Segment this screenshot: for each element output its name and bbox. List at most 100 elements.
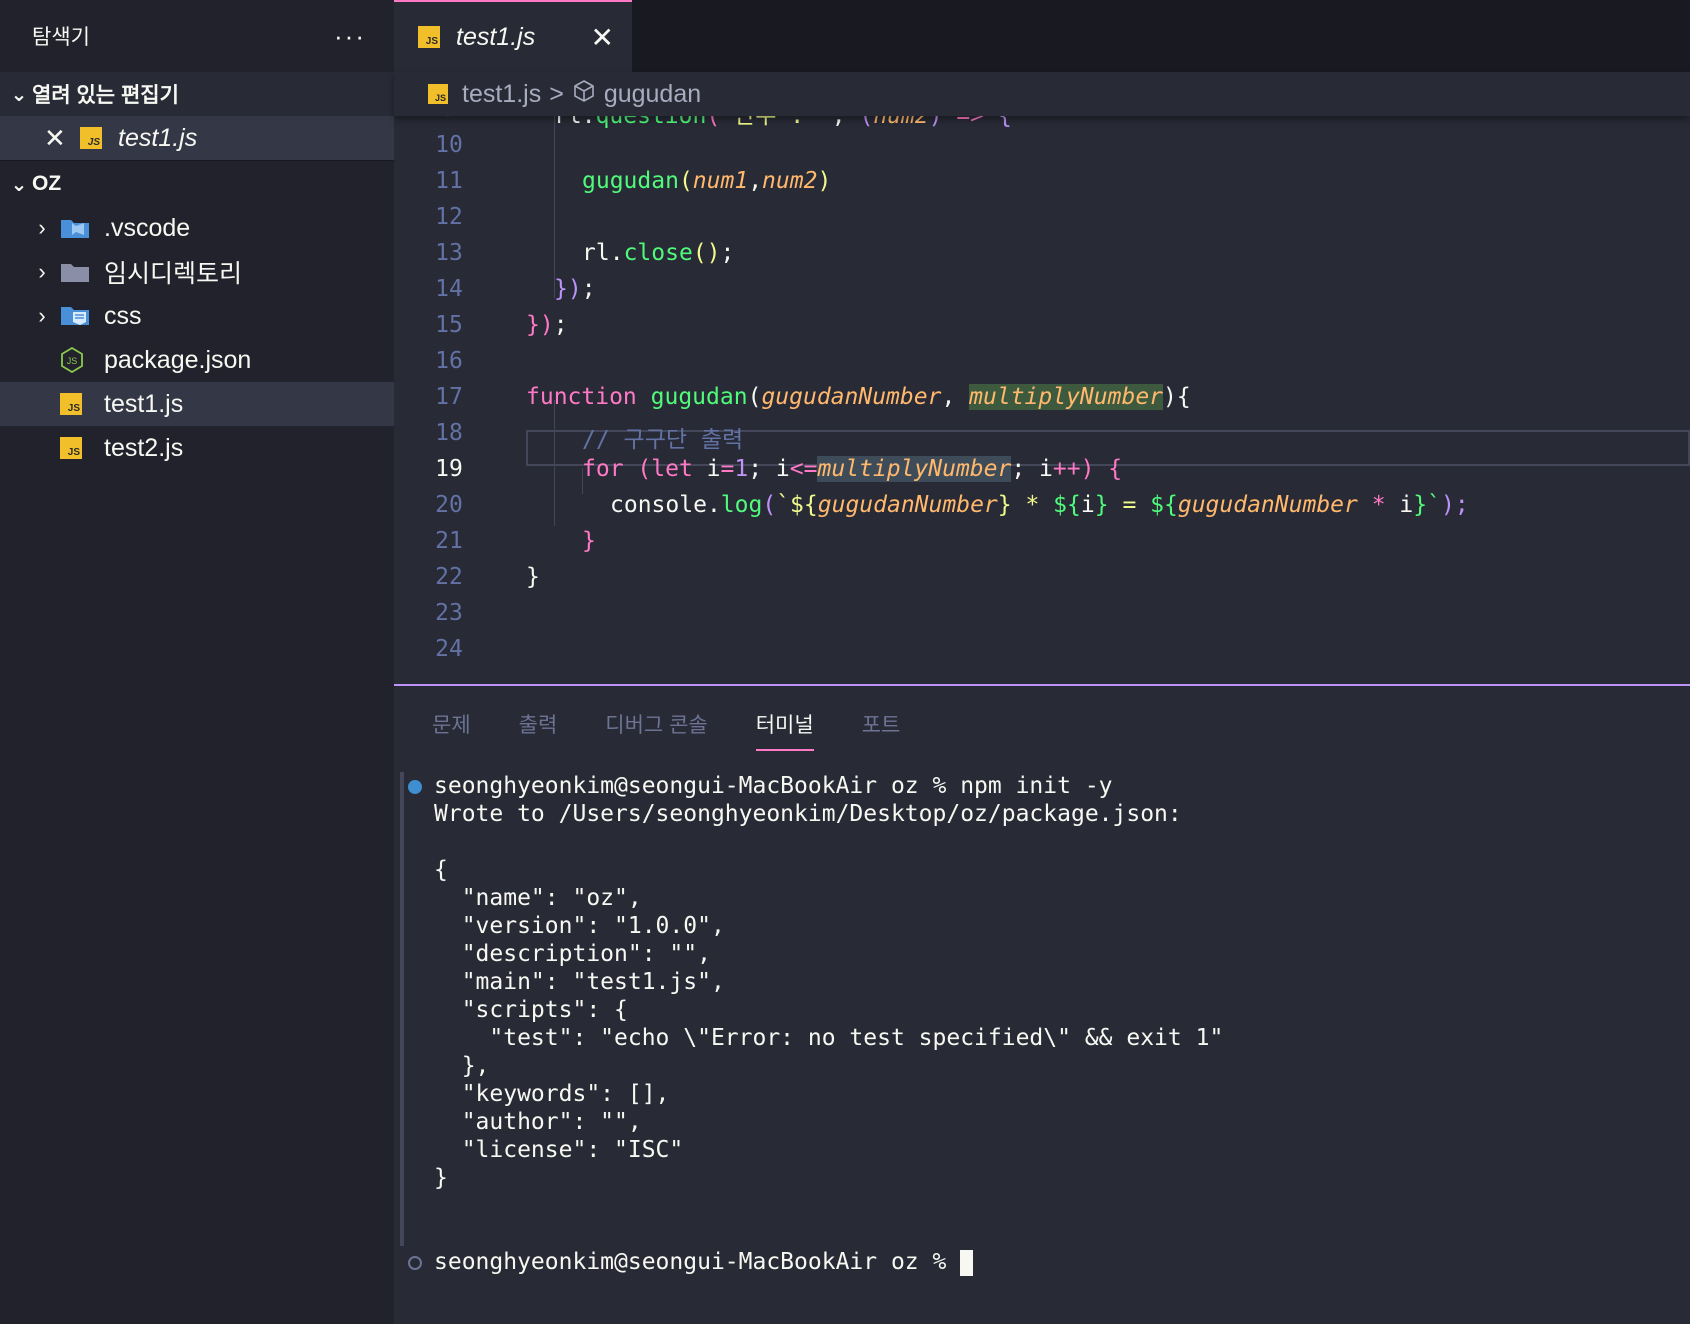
command-pending-dot-icon[interactable]	[408, 1256, 422, 1270]
tree-item-package-json[interactable]: JS package.json	[0, 338, 394, 382]
code-line: });	[554, 276, 596, 302]
line-number: 15	[435, 312, 463, 338]
tree-item-vscode[interactable]: › .vscode	[0, 206, 394, 250]
terminal-command-bar	[400, 772, 404, 1246]
cube-icon	[572, 79, 596, 110]
js-file-icon: JS	[428, 84, 448, 104]
line-number: 14	[435, 276, 463, 302]
tree-item-test1-js[interactable]: JS test1.js	[0, 382, 394, 426]
tab-output[interactable]: 출력	[519, 695, 558, 751]
css-folder-icon	[60, 304, 104, 328]
code-line: gugudan(num1,num2)	[582, 168, 832, 194]
chevron-right-icon: ›	[38, 215, 46, 240]
tree-item-temp-dir[interactable]: › 임시디렉토리	[0, 250, 394, 294]
close-tab-icon[interactable]: ✕	[591, 21, 614, 54]
line-number: 12	[435, 204, 463, 230]
folder-section-header[interactable]: ⌄ OZ	[0, 162, 394, 206]
chevron-down-icon: ⌄	[10, 173, 28, 196]
js-file-icon: JS	[418, 26, 440, 48]
open-editors-title: 열려 있는 편집기	[32, 84, 179, 107]
tree-item-label: package.json	[104, 345, 252, 374]
editor-area: JS test1.js ✕ JS test1.js > gugudan 9 10…	[394, 0, 1690, 686]
breadcrumb: JS test1.js > gugudan	[394, 72, 1690, 116]
line-number: 22	[435, 564, 463, 590]
tree-item-label: css	[104, 301, 142, 330]
js-file-icon: JS	[60, 437, 104, 459]
tree-item-label: test2.js	[104, 433, 184, 462]
open-editors-section-header[interactable]: ⌄ 열려 있는 편집기	[0, 72, 394, 116]
line-number: 10	[435, 132, 463, 158]
editor-tab-bar: JS test1.js ✕	[394, 0, 1690, 72]
open-editor-item[interactable]: ✕ JS test1.js	[0, 116, 394, 161]
more-actions-button[interactable]: ···	[334, 23, 366, 49]
terminal-line: "name": "oz",	[434, 885, 642, 911]
terminal-line: "author": "",	[434, 1109, 642, 1135]
breadcrumb-separator: >	[549, 79, 564, 108]
close-icon[interactable]: ✕	[44, 123, 74, 154]
terminal-prompt: seonghyeonkim@seongui-MacBookAir oz %	[434, 1248, 974, 1276]
svg-text:JS: JS	[67, 356, 78, 366]
code-line: console.log(`${gugudanNumber} * ${i} = $…	[610, 492, 1469, 518]
tree-item-test2-js[interactable]: JS test2.js	[0, 426, 394, 470]
folder-icon	[60, 261, 104, 283]
explorer-title: 탐색기	[32, 26, 90, 49]
terminal-line: "license": "ISC"	[434, 1137, 684, 1163]
code-editor[interactable]: 9 10 11 12 13 14 15 16 17 18 19 20 21 22…	[394, 108, 1690, 684]
terminal-line: "scripts": {	[434, 997, 628, 1023]
line-number: 20	[435, 492, 463, 518]
tab-label: test1.js	[456, 22, 536, 51]
tab-test1-js[interactable]: JS test1.js ✕	[394, 0, 632, 72]
terminal-line: "main": "test1.js",	[434, 969, 725, 995]
tree-item-label: 임시디렉토리	[104, 260, 243, 288]
terminal-line: Wrote to /Users/seonghyeonkim/Desktop/oz…	[434, 801, 1182, 827]
command-success-dot-icon[interactable]	[408, 780, 422, 794]
terminal-line: }	[434, 1165, 448, 1191]
chevron-right-icon: ›	[38, 259, 46, 284]
terminal-line: "description": "",	[434, 941, 711, 967]
explorer-header: 탐색기 ···	[0, 0, 394, 72]
terminal-cursor	[960, 1249, 974, 1276]
nodejs-icon: JS	[60, 347, 104, 373]
terminal-line: "version": "1.0.0",	[434, 913, 725, 939]
tree-item-css[interactable]: › css	[0, 294, 394, 338]
line-number: 23	[435, 600, 463, 626]
line-number: 16	[435, 348, 463, 374]
terminal-line: "test": "echo \"Error: no test specified…	[434, 1025, 1224, 1051]
line-number: 18	[435, 420, 463, 446]
tree-item-label: .vscode	[104, 213, 191, 242]
terminal-line: {	[434, 857, 448, 883]
code-line: });	[526, 312, 568, 338]
code-line: function gugudan(gugudanNumber, multiply…	[526, 384, 1191, 410]
js-file-icon: JS	[60, 393, 104, 415]
code-line: rl.close();	[582, 240, 735, 266]
tab-ports[interactable]: 포트	[862, 695, 901, 751]
code-comment: // 구구단 출력	[582, 427, 744, 453]
line-number: 11	[435, 168, 463, 194]
js-file-icon: JS	[80, 127, 102, 149]
chevron-right-icon: ›	[38, 303, 46, 328]
tab-terminal[interactable]: 터미널	[755, 695, 814, 751]
panel-tabs: 문제 출력 디버그 콘솔 터미널 포트	[394, 686, 1690, 760]
bottom-panel: 문제 출력 디버그 콘솔 터미널 포트 seonghyeonkim@seongu…	[394, 686, 1690, 1324]
explorer-sidebar: 탐색기 ··· ⌄ 열려 있는 편집기 ✕ JS test1.js ⌄ OZ ›…	[0, 0, 394, 1324]
line-number: 13	[435, 240, 463, 266]
tab-problems[interactable]: 문제	[432, 695, 471, 751]
line-number: 24	[435, 636, 463, 662]
code-line: }	[526, 564, 540, 590]
code-line-current: for (let i=1; i<=multiplyNumber; i++) {	[582, 456, 1123, 482]
vscode-folder-icon	[60, 217, 104, 239]
tab-debug-console[interactable]: 디버그 콘솔	[605, 695, 707, 751]
chevron-down-icon: ⌄	[10, 83, 28, 106]
breadcrumb-symbol[interactable]: gugudan	[604, 80, 701, 109]
terminal-line: "keywords": [],	[434, 1081, 670, 1107]
folder-title: OZ	[32, 172, 62, 195]
line-number: 17	[435, 384, 463, 410]
breadcrumb-file[interactable]: test1.js	[462, 80, 541, 109]
code-line: }	[582, 528, 596, 554]
terminal[interactable]: seonghyeonkim@seongui-MacBookAir oz % np…	[394, 772, 1690, 1324]
open-editor-label: test1.js	[118, 123, 198, 152]
tree-item-label: test1.js	[104, 389, 184, 418]
line-number-current: 19	[435, 456, 463, 482]
terminal-line: seonghyeonkim@seongui-MacBookAir oz % np…	[434, 773, 1113, 799]
prompt-text: seonghyeonkim@seongui-MacBookAir oz %	[434, 1249, 961, 1275]
